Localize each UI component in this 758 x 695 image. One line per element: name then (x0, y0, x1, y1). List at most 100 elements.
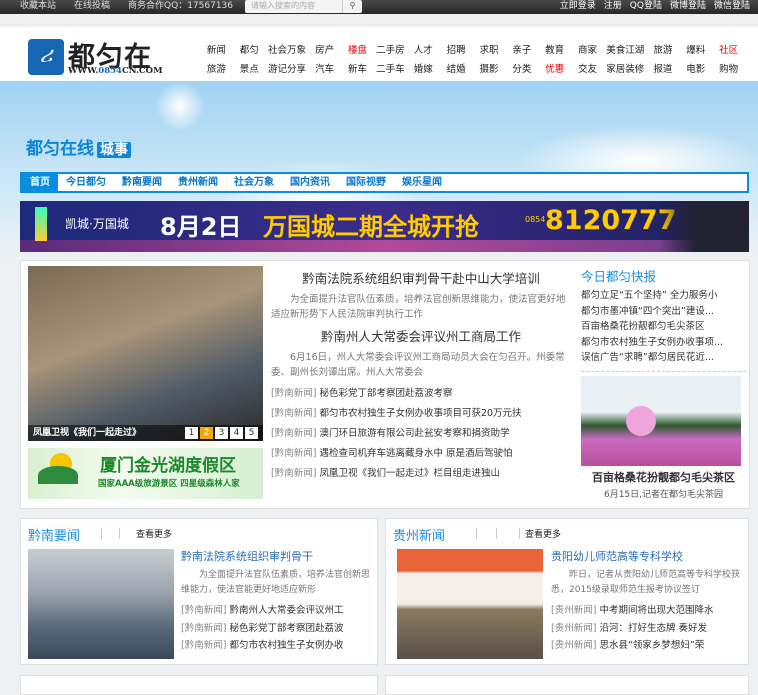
nav-link[interactable]: 社区 (712, 42, 745, 56)
news-text[interactable]: 遇检查司机弃车逃离藏身水中 原是酒后驾驶怕 (319, 448, 512, 459)
nav-link[interactable]: 都匀 (233, 42, 266, 56)
nav-link[interactable]: 爆料 (679, 42, 712, 56)
nav-link[interactable]: 家居装修 (604, 61, 647, 75)
nav-link[interactable]: 二手房 (374, 42, 407, 56)
news-text[interactable]: 思水县“领家乡梦想妇”荣 (599, 640, 704, 651)
news-link[interactable]: [黔南新闻] 遇检查司机弃车逃离藏身水中 原是酒后驾驶怕 (271, 444, 571, 464)
section-link[interactable]: [贵州新闻] 中考期间将出现大范围降水 (551, 602, 741, 620)
nav-link[interactable]: 交友 (571, 61, 604, 75)
kuaibao-item[interactable]: 误信广告“求聘”都匀居民花近... (581, 350, 746, 366)
nav-link[interactable]: 结婚 (440, 61, 473, 75)
news-link[interactable]: [黔南新闻] 都匀市农村独生子女例办收事项目可获20万元扶 (271, 404, 571, 424)
news-tag[interactable]: [黔南新闻] (271, 468, 316, 479)
nav-link[interactable]: 优惠 (538, 61, 571, 75)
news-tag[interactable]: [黔南新闻] (181, 623, 226, 634)
headline-title[interactable]: 黔南州人大常委会评议州工商局工作 (271, 326, 571, 345)
news-text[interactable]: 都匀市农村独生子女例办收 (229, 640, 343, 651)
section-link[interactable]: [黔南新闻] 秘色彩党丁部考察团赴荔波 (181, 620, 371, 638)
news-text[interactable]: 中考期间将出现大范围降水 (599, 605, 713, 616)
section-link[interactable]: [贵州新闻] 思水县“领家乡梦想妇”荣 (551, 637, 741, 655)
nav-link[interactable]: 游记分享 (266, 61, 309, 75)
main-nav-tab[interactable]: 今日都匀 (58, 174, 114, 191)
search-icon[interactable]: ⚲ (342, 0, 362, 13)
nav-link[interactable]: 婚嫁 (407, 61, 440, 75)
section-link[interactable]: [贵州新闻] 沿河：打好生态牌 奏好发 (551, 620, 741, 638)
nav-link[interactable]: 景点 (233, 61, 266, 75)
news-link[interactable]: [黔南新闻] 秘色彩党丁部考察团赴荔波考察 (271, 384, 571, 404)
kuaibao-item[interactable]: 都匀市农村独生子女例办收事项... (581, 335, 746, 351)
nav-link[interactable]: 新车 (341, 61, 374, 75)
main-nav-tab[interactable]: 娱乐星闻 (394, 174, 450, 191)
nav-link[interactable]: 楼盘 (341, 42, 374, 56)
news-text[interactable]: 秘色彩党丁部考察团赴荔波 (229, 623, 343, 634)
section-link[interactable]: [黔南新闻] 黔南州人大常委会评议州工 (181, 602, 371, 620)
nav-link[interactable]: 求职 (473, 42, 506, 56)
main-nav-tab[interactable]: 首页 (22, 174, 58, 191)
news-text[interactable]: 黔南州人大常委会评议州工 (229, 605, 343, 616)
slide-page-button[interactable]: 3 (215, 427, 228, 439)
nav-link[interactable]: 教育 (538, 42, 571, 56)
main-nav-tab[interactable]: 社会万象 (226, 174, 282, 191)
section-title[interactable]: 贵州新闻 (393, 525, 445, 544)
wechat-login-link[interactable]: 微信登陆 (714, 1, 750, 11)
more-link[interactable]: 查看更多 (136, 527, 172, 540)
news-tag[interactable]: [黔南新闻] (181, 605, 226, 616)
news-tag[interactable]: [黔南新闻] (181, 640, 226, 651)
nav-link[interactable]: 美食江湖 (604, 42, 647, 56)
nav-link[interactable]: 新闻 (200, 42, 233, 56)
submit-link[interactable]: 在线投稿 (74, 1, 110, 11)
news-tag[interactable]: [黔南新闻] (271, 448, 316, 459)
main-nav-tab[interactable]: 国内资讯 (282, 174, 338, 191)
section-headline[interactable]: 贵阳幼儿师范高等专科学校 (551, 549, 741, 565)
flower-photo[interactable] (581, 375, 741, 466)
nav-link[interactable]: 电影 (679, 61, 712, 75)
news-tag[interactable]: [黔南新闻] (271, 408, 316, 419)
main-nav-tab[interactable]: 贵州新闻 (170, 174, 226, 191)
news-text[interactable]: 秘色彩党丁部考察团赴荔波考察 (319, 388, 452, 399)
kuaibao-item[interactable]: 都匀市墨冲镇“四个突出”建设... (581, 304, 746, 320)
slide-page-button[interactable]: 5 (245, 427, 258, 439)
news-tag[interactable]: [黔南新闻] (271, 388, 316, 399)
headline-title[interactable]: 黔南法院系统组织审判骨干赴中山大学培训 (271, 268, 571, 287)
nav-link[interactable]: 二手车 (374, 61, 407, 75)
section-link[interactable]: [黔南新闻] 都匀市农村独生子女例办收 (181, 637, 371, 655)
nav-link[interactable]: 人才 (407, 42, 440, 56)
nav-link[interactable]: 汽车 (308, 61, 341, 75)
login-link[interactable]: 立即登录 (560, 1, 596, 11)
nav-link[interactable]: 亲子 (505, 42, 538, 56)
news-text[interactable]: 都匀市农村独生子女例办收事项目可获20万元扶 (319, 408, 521, 419)
section-headline[interactable]: 黔南法院系统组织审判骨干 (181, 549, 371, 565)
news-text[interactable]: 澳门环日旅游有限公司赴瓮安考察和捐资助学 (319, 428, 509, 439)
kuaibao-item[interactable]: 都匀立足“五个坚持” 全力服务小 (581, 288, 746, 304)
kuaibao-item[interactable]: 百亩格桑花扮靓都匀毛尖茶区 (581, 319, 746, 335)
slide-page-button[interactable]: 4 (230, 427, 243, 439)
ad-banner-wanguocheng[interactable]: 凯城·万国城 8月2日 万国城二期全城开抢 0854 8120777 (20, 201, 749, 252)
nav-link[interactable]: 旅游 (646, 42, 679, 56)
news-link[interactable]: [黔南新闻] 澳门环日旅游有限公司赴瓮安考察和捐资助学 (271, 424, 571, 444)
main-nav-tab[interactable]: 黔南要闻 (114, 174, 170, 191)
nav-link[interactable]: 报道 (646, 61, 679, 75)
nav-link[interactable]: 摄影 (473, 61, 506, 75)
news-link[interactable]: [黔南新闻] 凤凰卫视《我们一起走过》栏目组走进独山 (271, 464, 571, 484)
main-nav-tab[interactable]: 国际视野 (338, 174, 394, 191)
register-link[interactable]: 注册 (604, 1, 622, 11)
nav-link[interactable]: 商家 (571, 42, 604, 56)
news-tag[interactable]: [贵州新闻] (551, 640, 596, 651)
site-logo[interactable]: ሪ 都匀在线 WWW.0854CN.COM (28, 39, 178, 112)
ad-jinguanghu[interactable]: 厦门金光湖度假区 国家AAA级旅游景区 四星级森林人家 (28, 448, 263, 499)
news-tag[interactable]: [黔南新闻] (271, 428, 316, 439)
section-thumbnail[interactable] (397, 549, 543, 659)
photo-slideshow[interactable]: 凤凰卫视《我们一起走过》 12345 (28, 266, 263, 441)
more-link[interactable]: 查看更多 (525, 527, 561, 540)
news-tag[interactable]: [贵州新闻] (551, 605, 596, 616)
section-thumbnail[interactable] (28, 549, 174, 659)
news-tag[interactable]: [贵州新闻] (551, 623, 596, 634)
news-text[interactable]: 凤凰卫视《我们一起走过》栏目组走进独山 (319, 468, 500, 479)
nav-link[interactable]: 购物 (712, 61, 745, 75)
nav-link[interactable]: 旅游 (200, 61, 233, 75)
nav-link[interactable]: 分类 (505, 61, 538, 75)
news-text[interactable]: 沿河：打好生态牌 奏好发 (599, 623, 707, 634)
nav-link[interactable]: 房产 (308, 42, 341, 56)
slide-page-button[interactable]: 1 (185, 427, 198, 439)
slide-page-button[interactable]: 2 (200, 427, 213, 439)
